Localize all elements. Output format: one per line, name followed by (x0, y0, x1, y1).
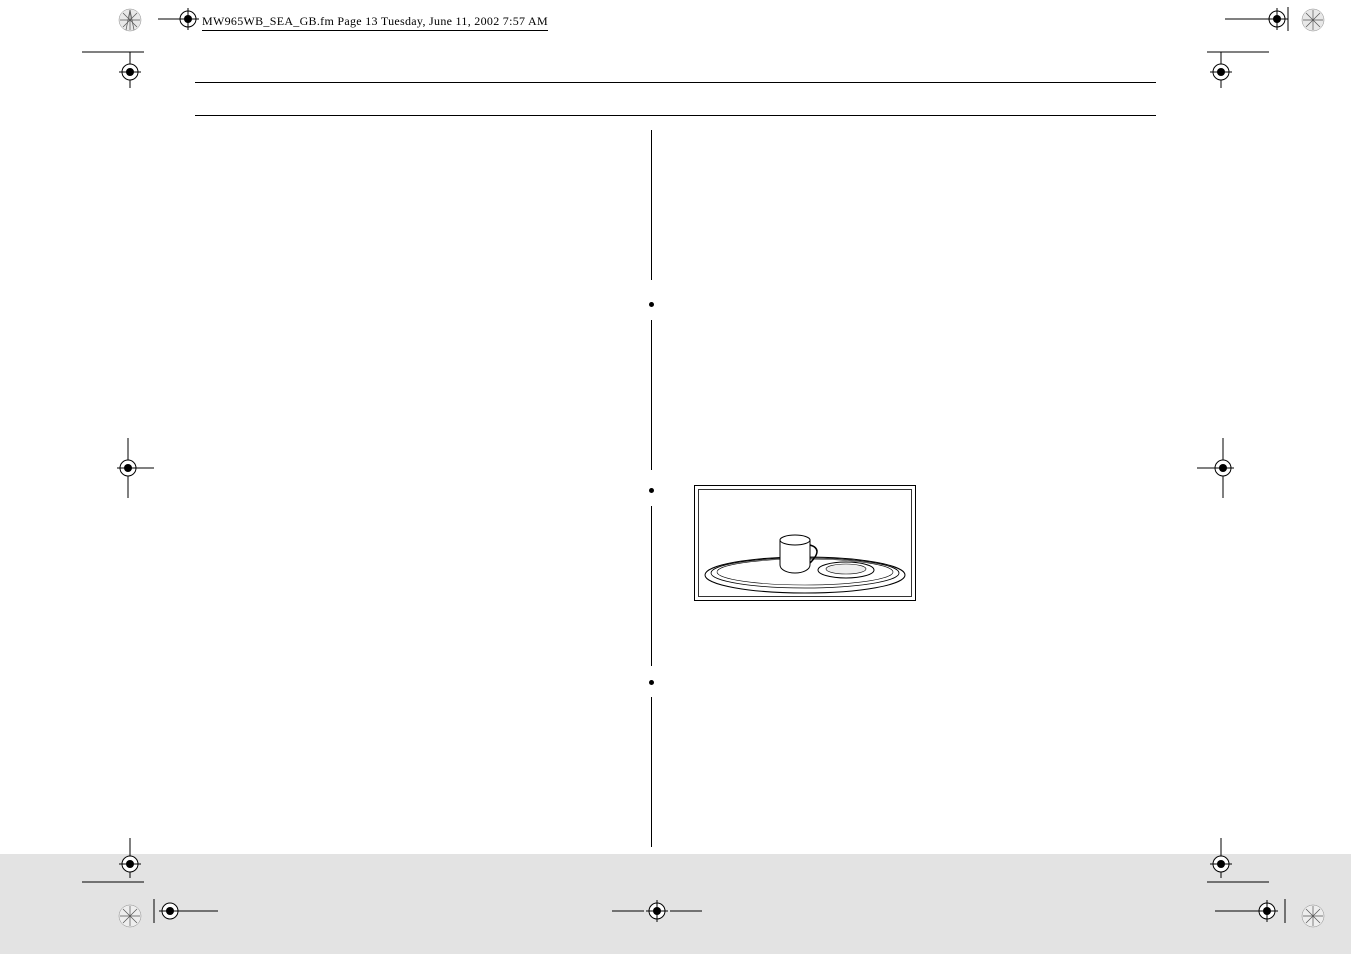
horizontal-rule (195, 82, 1156, 83)
register-mark-icon (1225, 4, 1295, 34)
swirl-badge-icon (1301, 8, 1325, 32)
page-divider-vertical (651, 320, 652, 470)
swirl-badge-icon (1301, 904, 1325, 928)
page-divider-vertical (651, 130, 652, 280)
register-mark-icon (82, 48, 152, 108)
register-mark-icon (1199, 838, 1269, 898)
register-mark-icon (158, 4, 208, 34)
register-mark-icon (1215, 896, 1295, 926)
register-mark-icon (88, 438, 158, 498)
register-mark-icon (82, 838, 152, 898)
register-mark-icon (1199, 48, 1269, 108)
page-divider-vertical (651, 506, 652, 666)
bullet-icon (649, 680, 654, 685)
horizontal-rule (195, 115, 1156, 116)
swirl-badge-icon (118, 8, 142, 32)
bullet-icon (649, 488, 654, 493)
register-mark-icon (152, 896, 222, 926)
page-header-line: MW965WB_SEA_GB.fm Page 13 Tuesday, June … (202, 14, 548, 31)
swirl-badge-icon (118, 904, 142, 928)
register-mark-icon (1193, 438, 1263, 498)
microwave-interior-illustration (694, 485, 916, 601)
page-divider-vertical (651, 697, 652, 847)
bullet-icon (649, 302, 654, 307)
register-mark-icon (612, 896, 702, 926)
